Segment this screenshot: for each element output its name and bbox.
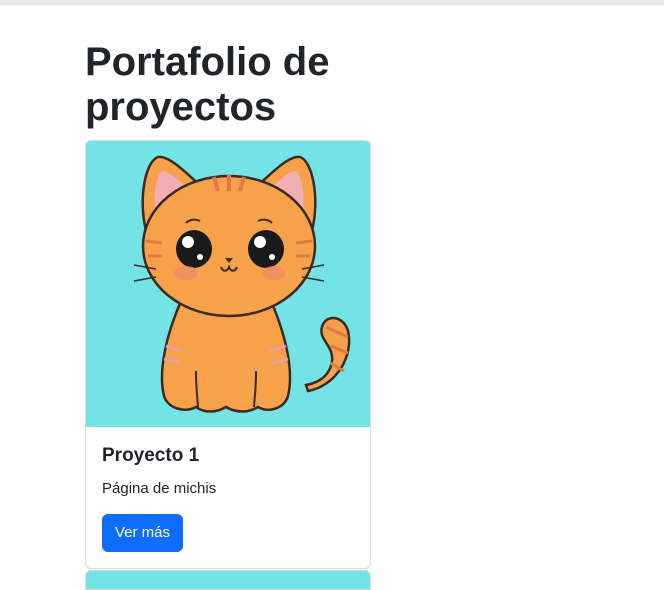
project-card: Proyecto 1 Página de michis Ver más — [85, 140, 371, 569]
next-project-card — [85, 570, 371, 590]
page-title: Portafolio de proyectos — [85, 40, 330, 129]
project-image — [86, 141, 370, 427]
project-title: Proyecto 1 — [102, 445, 200, 466]
ver-mas-button[interactable]: Ver más — [102, 514, 184, 552]
project-card-body: Proyecto 1 Página de michis Ver más — [86, 427, 370, 568]
browser-top-edge — [0, 0, 664, 5]
project-description: Página de michis — [102, 480, 217, 497]
